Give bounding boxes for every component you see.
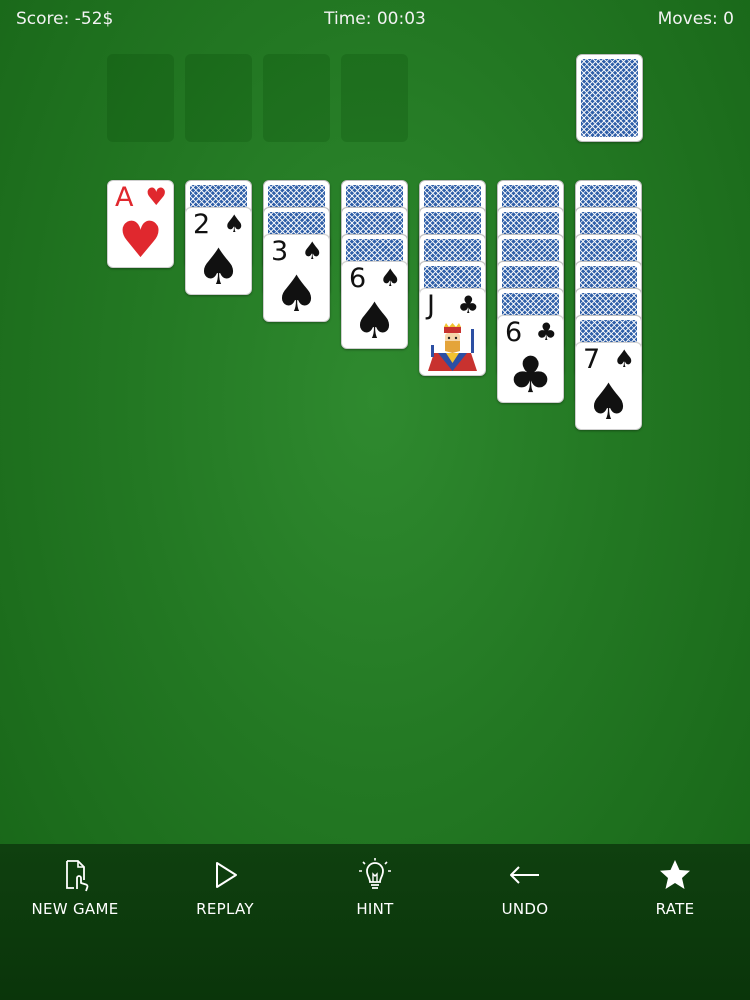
tableau-top-card[interactable]: 6 ♠ ♠ — [341, 261, 408, 349]
jack-portrait-icon — [424, 323, 481, 371]
replay-label: REPLAY — [196, 900, 254, 918]
timer-label: Time: 00:03 — [324, 9, 426, 29]
status-bar: Score: -52$ Time: 00:03 Moves: 0 — [0, 0, 750, 40]
card-rank: 3 — [271, 236, 289, 267]
card-suit-small: ♠ — [613, 345, 635, 373]
lightbulb-icon — [359, 858, 391, 889]
card-suit-small: ♠ — [223, 210, 245, 238]
card-rank: J — [427, 290, 435, 321]
card-rank: 7 — [583, 344, 601, 375]
rate-button[interactable]: RATE — [605, 858, 745, 918]
arrow-left-icon — [510, 866, 539, 884]
card-rank: 6 — [505, 317, 523, 348]
foundation-slot-1[interactable] — [107, 54, 174, 142]
foundation-slot-2[interactable] — [185, 54, 252, 142]
stock-pile[interactable] — [576, 54, 643, 142]
tableau-top-card[interactable]: 2 ♠ ♠ — [185, 207, 252, 295]
card-suit-large: ♥ — [118, 211, 163, 268]
card-suit-small: ♠ — [301, 237, 323, 265]
card-suit-small: ♣ — [535, 318, 557, 346]
foundation-slot-3[interactable] — [263, 54, 330, 142]
moves-label: Moves: 0 — [657, 9, 734, 29]
new-document-tap-icon — [66, 860, 89, 892]
card-rank: 6 — [349, 263, 367, 294]
replay-button[interactable]: REPLAY — [155, 858, 295, 918]
rate-label: RATE — [655, 900, 695, 918]
card-back-pattern — [581, 59, 638, 137]
card-suit-small: ♠ — [379, 264, 401, 292]
card-suit-large: ♠ — [586, 373, 631, 430]
foundation-slot-4[interactable] — [341, 54, 408, 142]
tableau-top-card[interactable]: 6 ♣ ♣ — [497, 315, 564, 403]
tableau-top-card[interactable]: J ♣ — [419, 288, 486, 376]
tableau-top-card[interactable]: A ♥ ♥ — [107, 180, 174, 268]
tableau-top-card[interactable]: 3 ♠ ♠ — [263, 234, 330, 322]
card-rank: A — [115, 182, 134, 213]
new-game-label: NEW GAME — [31, 900, 119, 918]
play-triangle-icon — [216, 862, 237, 888]
card-suit-large: ♠ — [352, 292, 397, 349]
star-icon — [660, 860, 690, 889]
card-suit-large: ♠ — [196, 238, 241, 295]
tableau-top-card[interactable]: 7 ♠ ♠ — [575, 342, 642, 430]
card-suit-large: ♣ — [508, 346, 553, 403]
card-suit-small: ♥ — [145, 183, 167, 211]
new-game-button[interactable]: NEW GAME — [5, 858, 145, 918]
undo-label: UNDO — [501, 900, 549, 918]
card-suit-large: ♠ — [274, 265, 319, 322]
card-rank: 2 — [193, 209, 211, 240]
card-suit-small: ♣ — [457, 291, 479, 319]
undo-button[interactable]: UNDO — [455, 858, 595, 918]
hint-button[interactable]: HINT — [305, 858, 445, 918]
hint-label: HINT — [356, 900, 394, 918]
